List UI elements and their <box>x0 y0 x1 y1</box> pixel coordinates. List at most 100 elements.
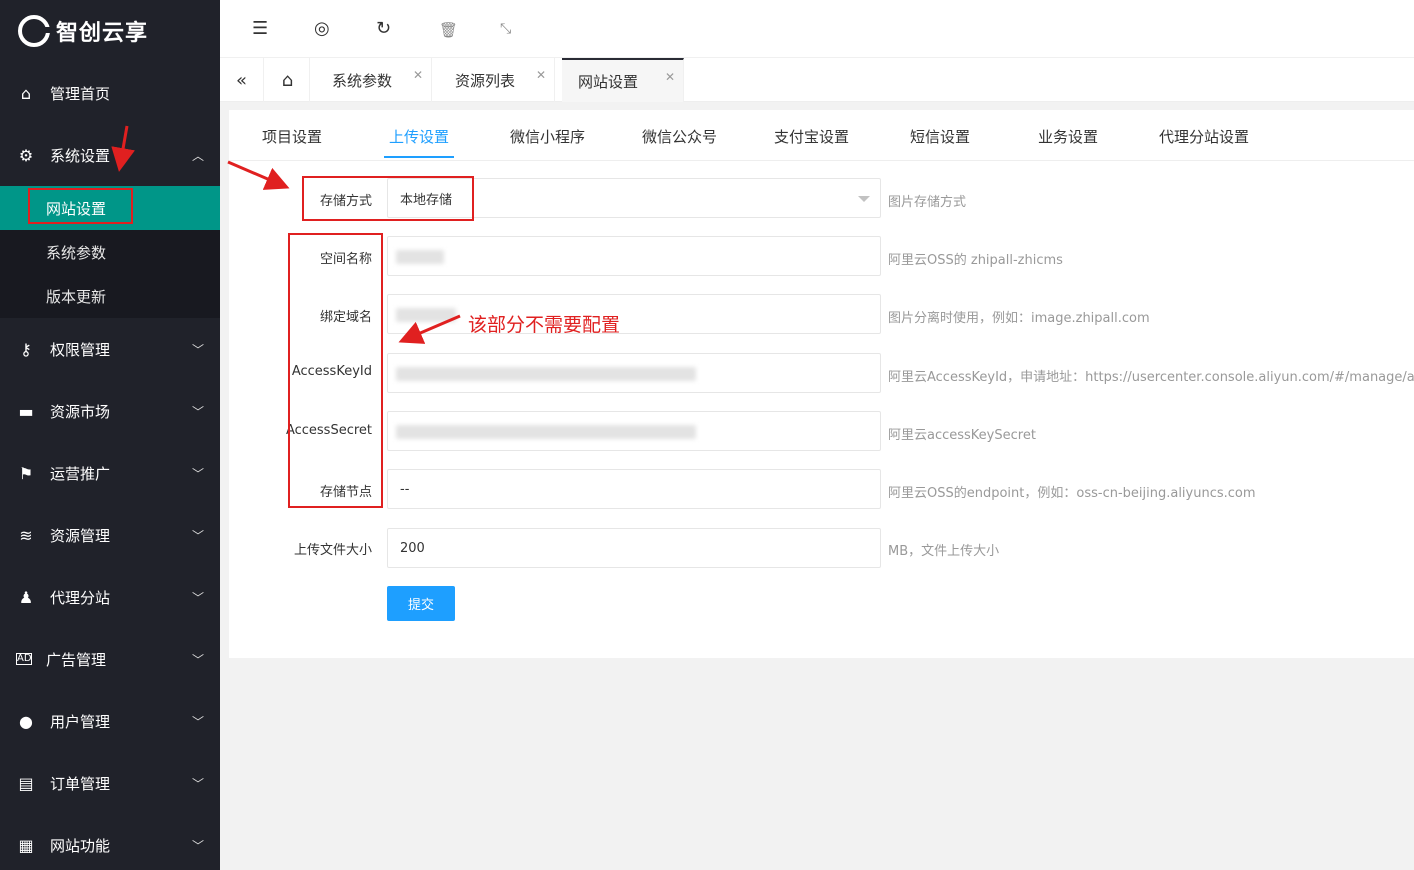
chevron-down-icon: ﹀ <box>191 590 204 605</box>
sidebar-item-label: 代理分站 <box>50 588 111 607</box>
chevron-down-icon: ﹀ <box>191 404 204 419</box>
store-icon: ▬ <box>18 401 34 421</box>
close-icon[interactable]: ✕ <box>413 68 423 82</box>
sidebar-item-label: 权限管理 <box>50 340 111 359</box>
sidebar-item-agent-sites[interactable]: ♟ 代理分站 ﹀ <box>0 566 220 628</box>
sidebar-subitem-system-params[interactable]: 系统参数 <box>0 230 220 274</box>
redacted-value <box>396 250 444 264</box>
sidebar-item-orders[interactable]: ▤ 订单管理 ﹀ <box>0 752 220 814</box>
max-size-input[interactable]: 200 <box>387 528 881 568</box>
content-tab-wechat-official[interactable]: 微信公众号 <box>642 126 717 147</box>
user-icon: ● <box>19 711 33 731</box>
endpoint-help: 阿里云OSS的endpoint，例如：oss-cn-beijing.aliyun… <box>888 486 1256 501</box>
redacted-value <box>396 308 456 322</box>
space-name-help: 阿里云OSS的 zhipall-zhicms <box>888 253 1063 268</box>
submit-button[interactable]: 提交 <box>387 586 455 621</box>
tab-site-settings[interactable]: 网站设置 ✕ <box>562 58 684 102</box>
sidebar-item-system-settings[interactable]: ⚙ 系统设置 ︿ <box>0 124 220 186</box>
annotation-text: 该部分不需要配置 <box>468 314 621 336</box>
sidebar-item-users[interactable]: ● 用户管理 ﹀ <box>0 690 220 752</box>
menu-toggle-icon[interactable]: ☰ <box>252 18 268 39</box>
chevron-up-icon: ︿ <box>191 148 204 163</box>
sidebar-item-resource-management[interactable]: ≋ 资源管理 ﹀ <box>0 504 220 566</box>
endpoint-value: -- <box>400 481 410 497</box>
chevron-down-icon: ﹀ <box>191 466 204 481</box>
page-tabs-bar: « ⌂ 系统参数 ✕ 资源列表 ✕ 网站设置 ✕ <box>220 58 1414 102</box>
dropdown-caret-icon <box>858 196 870 202</box>
sidebar-item-label: 管理首页 <box>50 84 111 103</box>
sidebar-subitem-version-update[interactable]: 版本更新 <box>0 274 220 318</box>
sidebar-item-label: 运营推广 <box>50 464 111 483</box>
chevron-down-icon: ﹀ <box>191 776 204 791</box>
space-name-input[interactable] <box>387 236 881 276</box>
access-secret-input[interactable] <box>387 411 881 451</box>
sidebar-item-ads[interactable]: AD 广告管理 ﹀ <box>0 628 220 690</box>
sidebar-item-label: 网站功能 <box>50 836 111 855</box>
annotation-box-fields <box>288 233 383 508</box>
flag-icon: ⚑ <box>18 463 34 483</box>
content-tab-wechat-miniprogram[interactable]: 微信小程序 <box>510 126 585 147</box>
close-icon[interactable]: ✕ <box>536 68 546 82</box>
sidebar-item-label: 用户管理 <box>50 712 111 731</box>
sidebar-item-label: 资源管理 <box>50 526 111 545</box>
sidebar-item-home[interactable]: ⌂ 管理首页 <box>0 62 220 124</box>
tab-divider <box>229 160 1414 161</box>
globe-icon[interactable]: ◎ <box>314 18 330 39</box>
sidebar-item-label: 资源市场 <box>50 402 111 421</box>
sidebar-item-site-functions[interactable]: ▦ 网站功能 ﹀ <box>0 814 220 870</box>
logo: 智创云享 <box>0 0 220 62</box>
sidebar-item-label: 系统设置 <box>50 146 111 165</box>
header-toolbar: ☰ ◎ ↻ 🗑 ⤡ <box>220 0 1414 58</box>
trash-icon[interactable]: 🗑 <box>439 21 458 39</box>
sidebar-item-label: 订单管理 <box>50 774 111 793</box>
access-key-id-input[interactable] <box>387 353 881 393</box>
grid-icon: ▦ <box>18 835 34 855</box>
home-icon: ⌂ <box>20 83 32 103</box>
sidebar-subitem-label: 系统参数 <box>46 243 107 262</box>
ad-icon: AD <box>16 653 32 665</box>
tab-resource-list[interactable]: 资源列表 ✕ <box>439 58 555 102</box>
layers-icon: ≋ <box>19 525 33 545</box>
close-icon[interactable]: ✕ <box>665 70 675 84</box>
content-tab-alipay[interactable]: 支付宝设置 <box>774 126 849 147</box>
tab-system-params[interactable]: 系统参数 ✕ <box>316 58 432 102</box>
sidebar-item-resource-market[interactable]: ▬ 资源市场 ﹀ <box>0 380 220 442</box>
content-tab-upload[interactable]: 上传设置 <box>389 126 449 147</box>
domain-input[interactable] <box>387 294 881 334</box>
sidebar-item-permissions[interactable]: ⚷ 权限管理 ﹀ <box>0 318 220 380</box>
active-tab-underline <box>384 156 454 158</box>
max-size-value: 200 <box>400 540 425 556</box>
max-size-help: MB，文件上传大小 <box>888 544 1000 559</box>
brand-name: 智创云享 <box>56 21 149 46</box>
content-tab-business[interactable]: 业务设置 <box>1038 126 1098 147</box>
home-tab-icon[interactable]: ⌂ <box>266 58 310 102</box>
redacted-value <box>396 367 696 381</box>
gear-icon: ⚙ <box>18 145 34 165</box>
chevron-down-icon: ﹀ <box>191 652 204 667</box>
user-key-icon: ⚷ <box>20 339 32 359</box>
domain-help: 图片分离时使用，例如：image.zhipall.com <box>888 311 1150 326</box>
refresh-icon[interactable]: ↻ <box>376 18 391 39</box>
users-icon: ♟ <box>18 587 34 607</box>
storage-help: 图片存储方式 <box>888 195 967 210</box>
chevron-down-icon: ﹀ <box>191 838 204 853</box>
redacted-value <box>396 425 696 439</box>
chevron-down-icon: ﹀ <box>191 714 204 729</box>
tab-label: 网站设置 <box>578 72 639 91</box>
logo-mark-icon <box>18 15 51 47</box>
tabs-scroll-left-icon[interactable]: « <box>220 58 264 102</box>
sidebar: 智创云享 ⌂ 管理首页 ⚙ 系统设置 ︿ 网站设置 系统参数 版本更新 ⚷ 权限… <box>0 0 220 870</box>
fullscreen-icon[interactable]: ⤡ <box>500 21 511 37</box>
content-tab-project[interactable]: 项目设置 <box>262 126 322 147</box>
access-secret-help: 阿里云accessKeySecret <box>888 428 1036 443</box>
chevron-down-icon: ﹀ <box>191 342 204 357</box>
content-tab-sms[interactable]: 短信设置 <box>910 126 970 147</box>
order-icon: ▤ <box>18 773 34 793</box>
sidebar-item-operations[interactable]: ⚑ 运营推广 ﹀ <box>0 442 220 504</box>
annotation-box-site-settings <box>28 188 133 224</box>
content-tab-agent-site[interactable]: 代理分站设置 <box>1159 126 1249 147</box>
annotation-box-storage <box>302 176 474 221</box>
endpoint-input[interactable]: -- <box>387 469 881 509</box>
access-key-id-help: 阿里云AccessKeyId，申请地址：https://usercenter.c… <box>888 370 1414 385</box>
max-size-label: 上传文件大小 <box>293 543 372 558</box>
